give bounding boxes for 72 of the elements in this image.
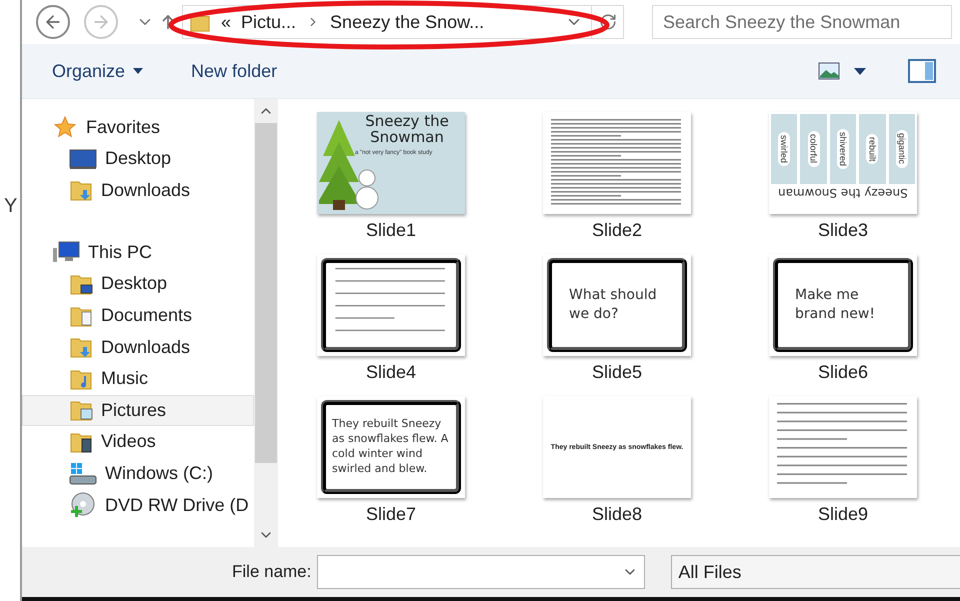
- drive-icon: [69, 462, 97, 486]
- nav-item[interactable]: Downloads: [22, 331, 254, 363]
- nav-item-label[interactable]: Desktop: [105, 148, 172, 170]
- nav-item-label[interactable]: Videos: [101, 431, 156, 452]
- nav-item[interactable]: Documents: [22, 300, 254, 332]
- breadcrumb-segment[interactable]: Sneezy the Snow...: [330, 12, 484, 32]
- slide-thumbnail[interactable]: They rebuilt Sneezy as snowflakes flew. A cold winter wind swirled and blew.: [317, 396, 465, 498]
- upside-down-caption: Sneezy the Snowman: [778, 186, 908, 200]
- nav-item-label[interactable]: Downloads: [101, 180, 190, 201]
- address-bar[interactable]: « Pictu... Sneezy the Snow...: [182, 5, 592, 39]
- word-label: shivered: [837, 128, 850, 170]
- file-name[interactable]: Slide1: [366, 220, 416, 241]
- star-icon: [52, 115, 78, 139]
- nav-item-label[interactable]: DVD RW Drive (D: [105, 494, 249, 516]
- slide-title: Sneezy the Snowman: [364, 114, 450, 146]
- up-arrow-icon: [162, 15, 174, 29]
- card-text: What should we do?: [569, 286, 658, 324]
- nav-item[interactable]: Pictures: [22, 394, 254, 426]
- nav-group[interactable]: Favorites: [22, 111, 254, 143]
- nav-item-label[interactable]: Pictures: [101, 400, 166, 421]
- toolbar-button[interactable]: Organize: [52, 60, 144, 82]
- nav-group-label[interactable]: This PC: [88, 242, 152, 263]
- view-icon[interactable]: [818, 62, 840, 80]
- slide-thumbnail[interactable]: Make me brand new!: [769, 254, 917, 356]
- word-label: colorful: [808, 131, 820, 166]
- nav-item[interactable]: Music: [22, 362, 254, 395]
- file-name[interactable]: Slide7: [366, 504, 416, 525]
- nav-item[interactable]: Downloads: [22, 174, 254, 206]
- card-text: They rebuilt Sneezy as snowflakes flew. A cold winter wind swirled and blew.: [332, 417, 450, 477]
- disc-icon: [69, 492, 97, 518]
- nav-item[interactable]: DVD RW Drive (D: [22, 489, 254, 521]
- file-name[interactable]: Slide3: [818, 220, 868, 241]
- nav-item[interactable]: Desktop: [22, 143, 254, 175]
- nav-item-label[interactable]: Music: [101, 368, 148, 390]
- computer-icon: [52, 240, 80, 264]
- file-name[interactable]: Slide8: [592, 504, 642, 525]
- nav-group-label[interactable]: Favorites: [86, 116, 160, 138]
- file-name[interactable]: Slide2: [592, 220, 642, 241]
- search-field[interactable]: Search Sneezy the Snowman: [652, 5, 952, 39]
- word-label: swirled: [778, 132, 790, 166]
- nav-item[interactable]: Windows (C:): [22, 458, 254, 490]
- nav-group[interactable]: This PC: [22, 236, 254, 268]
- caret-icon: [133, 68, 144, 74]
- toolbar-button[interactable]: New folder: [191, 60, 278, 82]
- word-label: rebuilt: [866, 134, 878, 164]
- scrollbar[interactable]: [254, 99, 278, 547]
- file-name[interactable]: Slide6: [818, 362, 868, 383]
- file-name[interactable]: Slide5: [592, 362, 642, 383]
- refresh-icon: [598, 13, 616, 31]
- scroll-thumb[interactable]: [255, 123, 277, 463]
- preview-pane-icon[interactable]: [908, 59, 936, 83]
- monitor-icon: [69, 148, 97, 170]
- nav-item-label[interactable]: Desktop: [101, 273, 168, 294]
- nav-item-label[interactable]: Documents: [101, 305, 192, 326]
- caret-icon[interactable]: [854, 68, 866, 74]
- slide-thumbnail[interactable]: swirled colorful shivered rebuilt gigantic Sneezy the Snowman: [769, 112, 917, 214]
- nav-item[interactable]: Videos: [22, 426, 254, 458]
- back-button[interactable]: [36, 5, 70, 39]
- file-name-label: File name:: [232, 562, 312, 582]
- card-text: Make me brand new!: [795, 286, 876, 324]
- nav-item[interactable]: Desktop: [22, 268, 254, 300]
- breadcrumb-segment[interactable]: Pictu...: [241, 12, 296, 32]
- overflow-chevron[interactable]: «: [221, 12, 232, 32]
- file-type-dropdown[interactable]: All Files: [671, 555, 960, 589]
- file-name-field[interactable]: [317, 555, 646, 589]
- window-text: Y: [4, 195, 18, 218]
- file-name[interactable]: Slide4: [366, 362, 416, 383]
- word-label: gigantic: [896, 130, 908, 168]
- nav-item-label[interactable]: Downloads: [101, 336, 190, 358]
- slide-thumbnail[interactable]: What should we do?: [543, 254, 691, 356]
- file-name[interactable]: Slide9: [818, 504, 868, 525]
- nav-item-label[interactable]: Windows (C:): [105, 463, 214, 484]
